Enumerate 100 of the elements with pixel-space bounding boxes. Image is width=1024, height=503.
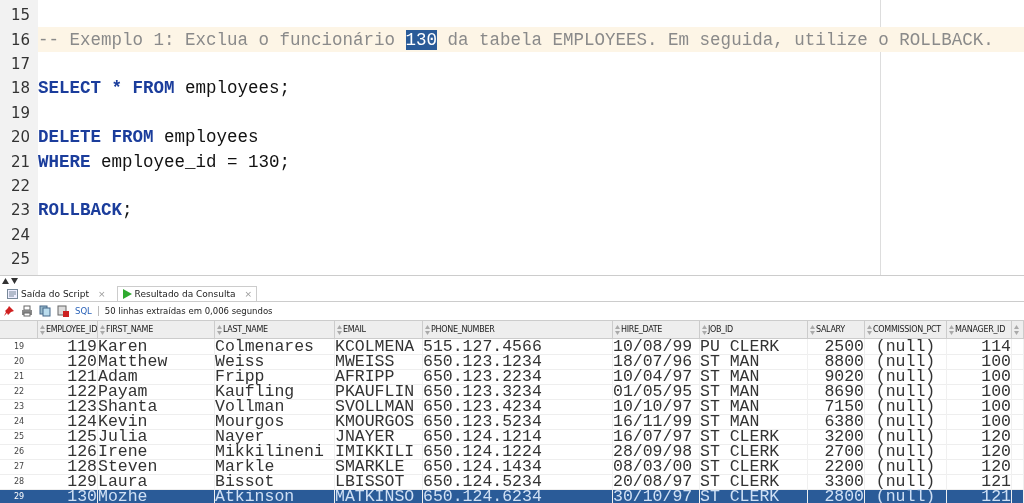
table-cell: Vollman <box>215 399 335 415</box>
table-cell: 10/10/97 <box>613 399 700 415</box>
table-cell: ST CLERK <box>700 489 808 503</box>
sort-icon[interactable] <box>425 324 430 335</box>
table-row[interactable]: 20 120Matthew Weiss MWEISS 650.123.1234 18/07/96 ST MAN 8800 (null) 100 <box>0 354 1024 369</box>
column-header[interactable]: HIRE_DATE <box>613 321 700 338</box>
sort-icon[interactable] <box>702 324 707 335</box>
table-cell: Markle <box>215 459 335 475</box>
table-row[interactable]: 26 126Irene Mikkilineni IMIKKILI 650.124.1224 28/09/98 ST CLERK 2700 (null) 120 <box>0 444 1024 459</box>
copy-icon[interactable] <box>39 305 51 317</box>
sort-icon[interactable] <box>949 324 954 335</box>
column-header[interactable]: MANAGER_ID <box>947 321 1012 338</box>
table-cell: 114 <box>947 339 1012 355</box>
table-cell: ST CLERK <box>700 444 808 460</box>
table-cell: Colmenares <box>215 339 335 355</box>
status-text: 50 linhas extraídas em 0,006 segundos <box>104 306 273 316</box>
column-header[interactable]: PHONE_NUMBER <box>423 321 613 338</box>
table-row[interactable]: 24 124Kevin Mourgos KMOURGOS 650.123.5234 16/11/99 ST MAN 6380 (null) 100 <box>0 414 1024 429</box>
sort-icon[interactable] <box>100 324 105 335</box>
line-number: 17 <box>9 54 30 73</box>
table-cell: 08/03/00 <box>613 459 700 475</box>
table-cell: MATKINSO <box>335 489 423 503</box>
sort-icon[interactable] <box>337 324 342 335</box>
table-cell: Matthew <box>98 354 215 370</box>
table-cell: 100 <box>947 354 1012 370</box>
selected-text: 130 <box>405 29 438 50</box>
table-cell: 124 <box>38 414 98 430</box>
table-cell: (null) <box>865 429 947 445</box>
table-cell: (null) <box>865 399 947 415</box>
table-row[interactable]: 25 125Julia Nayer JNAYER 650.124.1214 16/07/97 ST CLERK 3200 (null) 120 <box>0 429 1024 444</box>
table-cell: 7150 <box>808 399 865 415</box>
line-number: 25 <box>9 250 30 269</box>
sort-icon[interactable] <box>1014 324 1019 335</box>
table-cell: ST CLERK <box>700 459 808 475</box>
table-cell: 2200 <box>808 459 865 475</box>
pin-icon[interactable] <box>3 305 15 317</box>
code-text: ; <box>122 200 133 221</box>
column-header[interactable]: SALARY <box>808 321 865 338</box>
row-number: 19 <box>0 339 38 355</box>
table-cell: Shanta <box>98 399 215 415</box>
line-number: 21 <box>9 152 30 171</box>
line-number: 23 <box>9 201 30 220</box>
table-cell: 2700 <box>808 444 865 460</box>
table-cell: 8690 <box>808 384 865 400</box>
table-cell: 100 <box>947 369 1012 385</box>
panel-tab[interactable]: Resultado da Consulta × <box>116 286 258 301</box>
sort-icon[interactable] <box>615 324 620 335</box>
table-cell: 650.124.1224 <box>423 444 613 460</box>
sort-icon[interactable] <box>40 324 45 335</box>
table-cell: 650.123.3234 <box>423 384 613 400</box>
table-row[interactable]: 23 123Shanta Vollman SVOLLMAN 650.123.4234 10/10/97 ST MAN 7150 (null) 100 <box>0 399 1024 414</box>
table-cell: 100 <box>947 384 1012 400</box>
table-cell: Julia <box>98 429 215 445</box>
table-row[interactable]: 19 119Karen Colmenares KCOLMENA 515.127.4566 10/08/99 PU CLERK 2500 (null) 114 <box>0 339 1024 354</box>
column-header[interactable]: LAST_NAME <box>215 321 335 338</box>
sql-keyword: WHERE <box>38 151 91 172</box>
table-cell: 01/05/95 <box>613 384 700 400</box>
row-number: 26 <box>0 444 38 460</box>
row-number: 23 <box>0 399 38 415</box>
table-cell: 650.123.4234 <box>423 399 613 415</box>
table-row[interactable]: 21 121Adam Fripp AFRIPP 650.123.2234 10/04/97 ST MAN 9020 (null) 100 <box>0 369 1024 384</box>
column-header[interactable]: FIRST_NAME <box>98 321 215 338</box>
table-cell: 650.123.5234 <box>423 414 613 430</box>
row-number: 21 <box>0 369 38 385</box>
sql-link[interactable]: SQL <box>75 306 92 316</box>
table-cell: 125 <box>38 429 98 445</box>
table-cell: (null) <box>865 384 947 400</box>
line-number: 16 <box>9 30 30 49</box>
table-cell: IMIKKILI <box>335 444 423 460</box>
splitter-arrows-icon[interactable] <box>2 278 18 284</box>
table-cell: ST MAN <box>700 354 808 370</box>
table-cell: 8800 <box>808 354 865 370</box>
column-header[interactable]: EMPLOYEE_ID <box>38 321 98 338</box>
sort-icon[interactable] <box>810 324 815 335</box>
sql-keyword: ROLLBACK <box>38 200 122 221</box>
table-cell: Mourgos <box>215 414 335 430</box>
table-row[interactable]: 27 128Steven Markle SMARKLE 650.124.1434 08/03/00 ST CLERK 2200 (null) 120 <box>0 459 1024 474</box>
table-cell: (null) <box>865 354 947 370</box>
sort-icon[interactable] <box>867 324 872 335</box>
sort-icon[interactable] <box>217 324 222 335</box>
table-cell: 16/11/99 <box>613 414 700 430</box>
table-cell: 650.123.1234 <box>423 354 613 370</box>
column-header[interactable]: JOB_ID <box>700 321 808 338</box>
table-cell: ST MAN <box>700 414 808 430</box>
code-text: employees <box>163 127 259 148</box>
table-cell: AFRIPP <box>335 369 423 385</box>
column-header[interactable]: EMAIL <box>335 321 423 338</box>
column-header[interactable]: COMMISSION_PCT <box>865 321 947 338</box>
table-row[interactable]: 22 122Payam Kaufling PKAUFLIN 650.123.3234 01/05/95 ST MAN 8690 (null) 100 <box>0 384 1024 399</box>
row-number: 29 <box>0 489 38 503</box>
table-cell: (null) <box>865 339 947 355</box>
table-cell: Kevin <box>98 414 215 430</box>
table-cell: 650.124.1214 <box>423 429 613 445</box>
print-icon[interactable] <box>21 305 33 317</box>
table-cell: KCOLMENA <box>335 339 423 355</box>
table-cell: 2800 <box>808 489 865 503</box>
export-icon[interactable] <box>57 305 69 317</box>
table-cell: 120 <box>38 354 98 370</box>
panel-tab[interactable]: Saída do Script × <box>2 286 111 301</box>
table-cell: 100 <box>947 399 1012 415</box>
